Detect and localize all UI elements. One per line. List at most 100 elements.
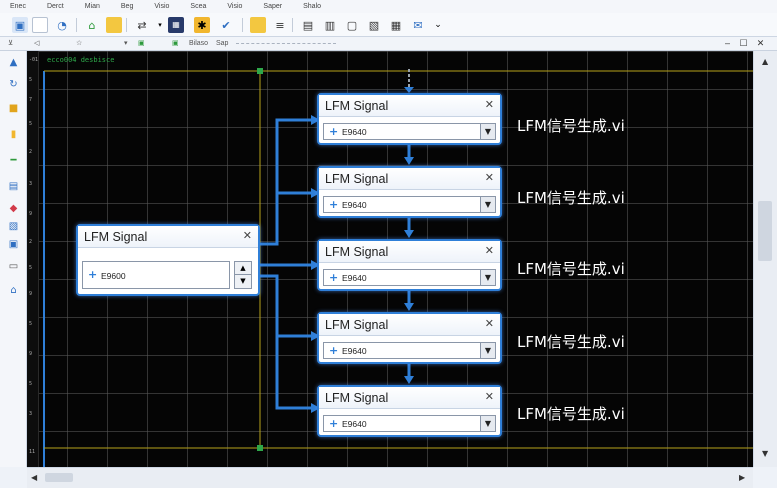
maximize-button[interactable]: ☐ <box>738 38 749 49</box>
folder-icon[interactable] <box>106 17 122 33</box>
plus-icon: + <box>329 344 339 357</box>
main-node-spinner[interactable]: ▲ ▼ <box>234 261 252 289</box>
grid-icon[interactable]: ▦ <box>168 17 184 33</box>
signal-node-2[interactable]: LFM Signal ✕ + E9640 ▼ <box>317 166 502 218</box>
secondary-toolbar: ⊻ ◁ ☆ ▾ ▣ ▣ Bilaso Sap – ☐ ✕ <box>0 37 777 51</box>
signal-node-value: E9640 <box>342 273 367 283</box>
print-icon[interactable]: ▧ <box>366 17 382 33</box>
clipboard-icon[interactable]: ▢ <box>344 17 360 33</box>
arrow-tool-icon[interactable]: ▲ <box>7 57 20 68</box>
guide-handle-bottom <box>257 445 263 451</box>
scroll-down-icon[interactable]: ▼ <box>762 449 768 458</box>
grid-view-icon[interactable]: ▦ <box>388 17 404 33</box>
chevron-down-icon[interactable]: ▼ <box>480 343 495 358</box>
signal-node-4[interactable]: LFM Signal ✕ + E9640 ▼ <box>317 312 502 364</box>
blank-page-icon[interactable] <box>32 17 48 33</box>
main-lfm-node[interactable]: LFM Signal ✕ + E9600 ▲ ▼ <box>76 224 260 296</box>
signal-node-value-field[interactable]: + E9640 ▼ <box>323 123 496 140</box>
document-icon[interactable]: ▤ <box>300 17 316 33</box>
signal-node-value-field[interactable]: + E9640 ▼ <box>323 196 496 213</box>
home-icon[interactable]: ⌂ <box>84 17 100 33</box>
menu-item-2[interactable]: Derct <box>47 3 64 10</box>
save-icon[interactable] <box>250 17 266 33</box>
chain-arrow-1 <box>404 157 414 165</box>
note-tool-icon[interactable]: ▮ <box>7 129 20 140</box>
wire-tool-icon[interactable]: ━ <box>7 155 20 166</box>
vertical-scroll-thumb[interactable] <box>758 201 772 261</box>
shape-tool-icon[interactable]: ⌂ <box>7 285 20 296</box>
signal-node-title: LFM Signal <box>325 245 389 259</box>
scroll-tool-icon[interactable]: ▣ <box>7 239 20 250</box>
signal-node-3[interactable]: LFM Signal ✕ + E9640 ▼ <box>317 239 502 291</box>
wire-to-node-5 <box>260 274 313 410</box>
signal-node-value: E9640 <box>342 346 367 356</box>
send-icon[interactable]: ✉ <box>410 17 426 33</box>
vi-label-3: LFM信号生成.vi <box>517 260 625 278</box>
main-node-close-icon[interactable]: ✕ <box>243 229 252 242</box>
more-icon[interactable]: ⌄ <box>430 17 446 33</box>
run-icon[interactable]: ▣ <box>138 39 145 49</box>
dropdown-arrow-icon[interactable]: ▾ <box>124 39 128 49</box>
horizontal-scrollbar[interactable]: ◀ ▶ <box>27 467 753 488</box>
main-node-value-field[interactable]: + E9600 <box>82 261 230 289</box>
check-icon[interactable]: ✔ <box>218 17 234 33</box>
plus-icon: + <box>329 271 339 284</box>
scroll-up-icon[interactable]: ▲ <box>762 57 768 66</box>
menu-item-6[interactable]: Scea <box>190 3 206 10</box>
close-icon[interactable]: ✕ <box>485 98 494 111</box>
close-icon[interactable]: ✕ <box>485 390 494 403</box>
block-diagram-canvas[interactable]: -01 5 7 5 2 3 9 2 5 9 5 9 5 3 11 ecco004… <box>27 51 753 467</box>
menu-item-1[interactable]: Enec <box>10 3 26 10</box>
open-icon[interactable]: ◔ <box>54 17 70 33</box>
signal-node-value-field[interactable]: + E9640 ▼ <box>323 342 496 359</box>
signal-node-value-field[interactable]: + E9640 ▼ <box>323 415 496 432</box>
path-field[interactable] <box>236 43 336 44</box>
subbar-item-2[interactable]: Sap <box>216 39 228 49</box>
chevron-down-icon[interactable]: ▼ <box>480 416 495 431</box>
menu-item-4[interactable]: Beg <box>121 3 133 10</box>
list-icon[interactable]: ≡ <box>272 17 288 33</box>
close-button[interactable]: ✕ <box>755 38 766 49</box>
spin-down-icon[interactable]: ▼ <box>235 275 251 288</box>
main-node-title: LFM Signal <box>84 230 148 244</box>
subbar-item-1[interactable]: Bilaso <box>189 39 208 49</box>
chevron-down-icon[interactable]: ▼ <box>480 270 495 285</box>
new-file-icon[interactable]: ▣ <box>12 17 28 33</box>
close-icon[interactable]: ✕ <box>485 244 494 257</box>
table-icon[interactable]: ▥ <box>322 17 338 33</box>
chevron-down-icon[interactable]: ▼ <box>480 124 495 139</box>
close-icon[interactable]: ✕ <box>485 317 494 330</box>
text-tool-icon[interactable]: ▭ <box>7 261 20 272</box>
back-icon[interactable]: ◁ <box>34 39 39 49</box>
spin-up-icon[interactable]: ▲ <box>235 262 251 275</box>
transform-icon[interactable]: ⇄ <box>134 17 150 33</box>
signal-node-5[interactable]: LFM Signal ✕ + E9640 ▼ <box>317 385 502 437</box>
horizontal-scroll-thumb[interactable] <box>45 473 73 482</box>
menu-item-7[interactable]: Visio <box>227 3 242 10</box>
menu-item-3[interactable]: Mian <box>85 3 100 10</box>
signal-node-1[interactable]: LFM Signal ✕ + E9640 ▼ <box>317 93 502 145</box>
signal-node-value: E9640 <box>342 127 367 137</box>
color-tool-icon[interactable]: ▧ <box>7 221 20 232</box>
rotate-tool-icon[interactable]: ↻ <box>7 79 20 90</box>
breakpoint-tool-icon[interactable]: ◆ <box>7 203 20 214</box>
signal-node-value-field[interactable]: + E9640 ▼ <box>323 269 496 286</box>
dropdown-icon[interactable]: ▾ <box>152 17 168 33</box>
view-icon[interactable]: ⊻ <box>8 39 13 49</box>
minimize-button[interactable]: – <box>722 38 733 49</box>
chain-arrow-4 <box>404 376 414 384</box>
menu-item-8[interactable]: Saper <box>263 3 282 10</box>
plus-icon: + <box>329 417 339 430</box>
vertical-scrollbar[interactable]: ▲ ▼ <box>753 51 777 467</box>
star-icon[interactable]: ☆ <box>76 39 82 49</box>
chevron-down-icon[interactable]: ▼ <box>480 197 495 212</box>
menu-item-5[interactable]: Visio <box>154 3 169 10</box>
scroll-left-icon[interactable]: ◀ <box>31 473 37 482</box>
debug-icon[interactable]: ▣ <box>172 39 179 49</box>
close-icon[interactable]: ✕ <box>485 171 494 184</box>
gear-icon[interactable]: ✱ <box>194 17 210 33</box>
palette-tool-icon[interactable]: ■ <box>7 103 20 114</box>
scroll-right-icon[interactable]: ▶ <box>739 473 745 482</box>
probe-tool-icon[interactable]: ▤ <box>7 181 20 192</box>
menu-item-9[interactable]: Shalo <box>303 3 321 10</box>
